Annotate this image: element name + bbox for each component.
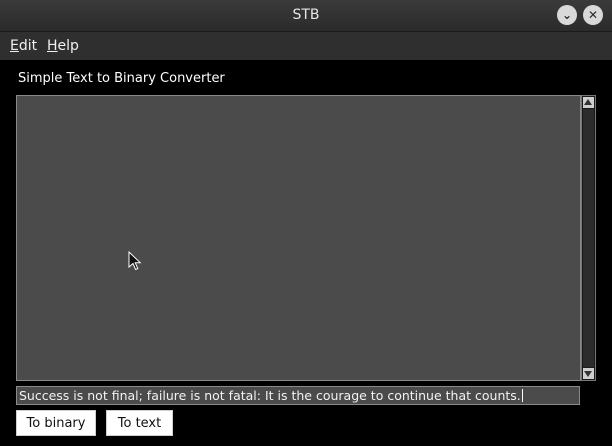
menu-help-label: elp <box>57 38 79 54</box>
menu-help-mnemonic: H <box>47 38 58 54</box>
close-icon: ✕ <box>587 8 599 22</box>
vertical-scrollbar[interactable] <box>581 95 596 381</box>
app-heading: Simple Text to Binary Converter <box>18 71 225 86</box>
close-button[interactable]: ✕ <box>583 5 603 25</box>
mouse-pointer-icon <box>128 251 142 271</box>
scroll-track[interactable] <box>583 109 594 367</box>
text-input-value: Success is not final; failure is not fat… <box>19 388 521 403</box>
menu-edit-mnemonic: E <box>10 38 19 54</box>
to-binary-button[interactable]: To binary <box>16 410 96 436</box>
title-bar: STB ⌄ ✕ <box>0 0 612 32</box>
to-text-button[interactable]: To text <box>106 410 173 436</box>
chevron-down-icon: ⌄ <box>561 8 573 22</box>
text-caret <box>521 389 523 402</box>
window-title: STB <box>292 7 320 23</box>
menu-edit[interactable]: Edit <box>10 38 37 54</box>
menu-bar: Edit Help <box>0 32 612 60</box>
output-textarea[interactable] <box>16 95 581 381</box>
scroll-up-arrow-icon[interactable] <box>583 97 594 108</box>
menu-help[interactable]: Help <box>47 38 79 54</box>
minimize-button[interactable]: ⌄ <box>557 5 577 25</box>
text-input-field[interactable]: Success is not final; failure is not fat… <box>16 386 580 405</box>
scroll-down-arrow-icon[interactable] <box>583 368 594 379</box>
menu-edit-label: dit <box>18 38 38 54</box>
